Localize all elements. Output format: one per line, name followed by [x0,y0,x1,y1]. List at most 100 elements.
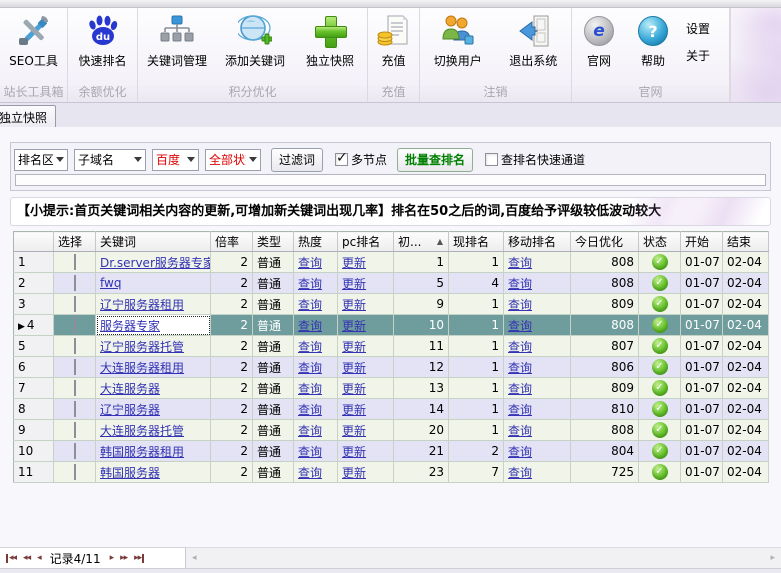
prev-record-button[interactable]: ◂ [37,554,41,563]
pc-update-link[interactable]: 更新 [342,424,366,438]
keyword-link[interactable]: fwq [100,276,121,290]
help-button[interactable]: ? 帮助 [626,8,680,85]
checkbox-unchecked-icon[interactable] [74,443,76,459]
pc-update-link[interactable]: 更新 [338,357,394,378]
column-header-选择[interactable]: 选择 [54,232,96,252]
table-row[interactable]: 2fwq2普通查询更新54查询808✓01-0702-04 [14,273,769,294]
pc-update-link[interactable]: 更新 [338,441,394,462]
mobile-query-link[interactable]: 查询 [504,336,571,357]
keyword-link[interactable]: 辽宁服务器 [96,399,211,420]
column-header-类型[interactable]: 类型 [253,232,294,252]
heat-query-link[interactable]: 查询 [298,361,322,375]
pc-update-link[interactable]: 更新 [342,382,366,396]
heat-query-link[interactable]: 查询 [298,424,322,438]
pc-update-link[interactable]: 更新 [342,319,366,333]
mobile-query-link[interactable]: 查询 [504,357,571,378]
heat-query-link[interactable]: 查询 [294,462,338,483]
next-record-button[interactable]: ▸ [110,554,114,563]
table-row[interactable]: 5辽宁服务器托管2普通查询更新111查询807✓01-0702-04 [14,336,769,357]
heat-query-link[interactable]: 查询 [298,445,322,459]
keyword-link[interactable]: Dr.server服务器专家 [96,252,211,273]
checkbox-unchecked-icon[interactable] [74,401,76,417]
mobile-query-link[interactable]: 查询 [508,340,532,354]
column-header-初...[interactable]: 初...▲ [394,232,449,252]
heat-query-link[interactable]: 查询 [298,403,322,417]
add-keyword-button[interactable]: 添加关键词 [216,8,294,85]
keyword-link[interactable]: 大连服务器 [100,382,160,396]
row-checkbox[interactable] [54,357,96,378]
tab-standalone-snapshot[interactable]: 独立快照 [0,105,56,127]
table-row[interactable]: ▶4服务器专家2普通查询更新101查询808✓01-0702-04 [14,315,769,336]
standalone-snapshot-button[interactable]: 独立快照 [294,8,366,85]
row-checkbox[interactable] [54,462,96,483]
keyword-manage-button[interactable]: 关键词管理 [138,8,216,85]
checkbox-unchecked-icon[interactable] [74,338,76,354]
switch-user-button[interactable]: 切换用户 [420,8,496,85]
checkbox-unchecked-icon[interactable] [74,464,76,480]
pc-update-link[interactable]: 更新 [342,445,366,459]
column-header-状态[interactable]: 状态 [639,232,681,252]
mobile-query-link[interactable]: 查询 [504,462,571,483]
heat-query-link[interactable]: 查询 [298,466,322,480]
mobile-query-link[interactable]: 查询 [508,256,532,270]
pc-update-link[interactable]: 更新 [338,462,394,483]
mobile-query-link[interactable]: 查询 [508,403,532,417]
settings-button[interactable]: 设置 [682,19,714,38]
column-header-row-indicator[interactable] [14,232,54,252]
column-header-热度[interactable]: 热度 [294,232,338,252]
recharge-button[interactable]: 充值 [368,8,419,85]
heat-query-link[interactable]: 查询 [294,399,338,420]
column-header-现排名[interactable]: 现排名 [449,232,504,252]
keyword-link[interactable]: 辽宁服务器托管 [96,336,211,357]
row-checkbox[interactable] [54,378,96,399]
column-header-结束[interactable]: 结束 [723,232,769,252]
heat-query-link[interactable]: 查询 [294,441,338,462]
pc-update-link[interactable]: 更新 [342,340,366,354]
heat-query-link[interactable]: 查询 [298,340,322,354]
first-record-button[interactable]: ◂◂ [6,554,16,563]
keyword-link[interactable]: Dr.server服务器专家 [100,256,211,270]
checkbox-unchecked-icon[interactable] [74,254,76,270]
pc-update-link[interactable]: 更新 [342,361,366,375]
column-header-倍率[interactable]: 倍率 [211,232,253,252]
keyword-link[interactable]: 大连服务器租用 [100,361,184,375]
mobile-query-link[interactable]: 查询 [508,277,532,291]
checkbox-unchecked-icon[interactable] [74,317,76,333]
row-checkbox[interactable] [54,399,96,420]
batch-check-rank-button[interactable]: 批量查排名 [397,148,473,172]
pc-update-link[interactable]: 更新 [342,298,366,312]
fast-ranking-button[interactable]: du 快速排名 [68,8,137,85]
mobile-query-link[interactable]: 查询 [504,399,571,420]
mobile-query-link[interactable]: 查询 [504,378,571,399]
keyword-link[interactable]: 辽宁服务器 [100,403,160,417]
subdomain-dropdown[interactable]: 子域名 [74,149,146,171]
checkbox-unchecked-icon[interactable] [74,422,76,438]
pc-update-link[interactable]: 更新 [338,336,394,357]
horizontal-scrollbar[interactable]: ◂ ▸ [186,547,781,568]
heat-query-link[interactable]: 查询 [298,319,322,333]
table-row[interactable]: 8辽宁服务器2普通查询更新141查询810✓01-0702-04 [14,399,769,420]
mobile-query-link[interactable]: 查询 [504,420,571,441]
heat-query-link[interactable]: 查询 [294,273,338,294]
scroll-right-icon[interactable]: ▸ [770,553,775,563]
fast-channel-checkbox[interactable]: 查排名快速通道 [485,151,585,168]
search-engine-dropdown[interactable]: 百度 [152,149,199,171]
row-checkbox[interactable] [54,336,96,357]
keyword-link[interactable]: fwq [96,273,211,294]
mobile-query-link[interactable]: 查询 [504,294,571,315]
keyword-link[interactable]: 服务器专家 [96,315,211,336]
column-header-pc排名[interactable]: pc排名 [338,232,394,252]
pc-update-link[interactable]: 更新 [342,403,366,417]
heat-query-link[interactable]: 查询 [298,382,322,396]
table-row[interactable]: 11韩国服务器2普通查询更新237查询725✓01-0702-04 [14,462,769,483]
checkbox-unchecked-icon[interactable] [74,296,76,312]
pc-update-link[interactable]: 更新 [338,252,394,273]
heat-query-link[interactable]: 查询 [294,336,338,357]
multi-node-checkbox[interactable]: 多节点 [335,151,387,168]
row-checkbox[interactable] [54,420,96,441]
heat-query-link[interactable]: 查询 [294,294,338,315]
keyword-link[interactable]: 辽宁服务器托管 [100,340,184,354]
heat-query-link[interactable]: 查询 [298,298,322,312]
mobile-query-link[interactable]: 查询 [508,361,532,375]
column-header-关键词[interactable]: 关键词 [96,232,211,252]
